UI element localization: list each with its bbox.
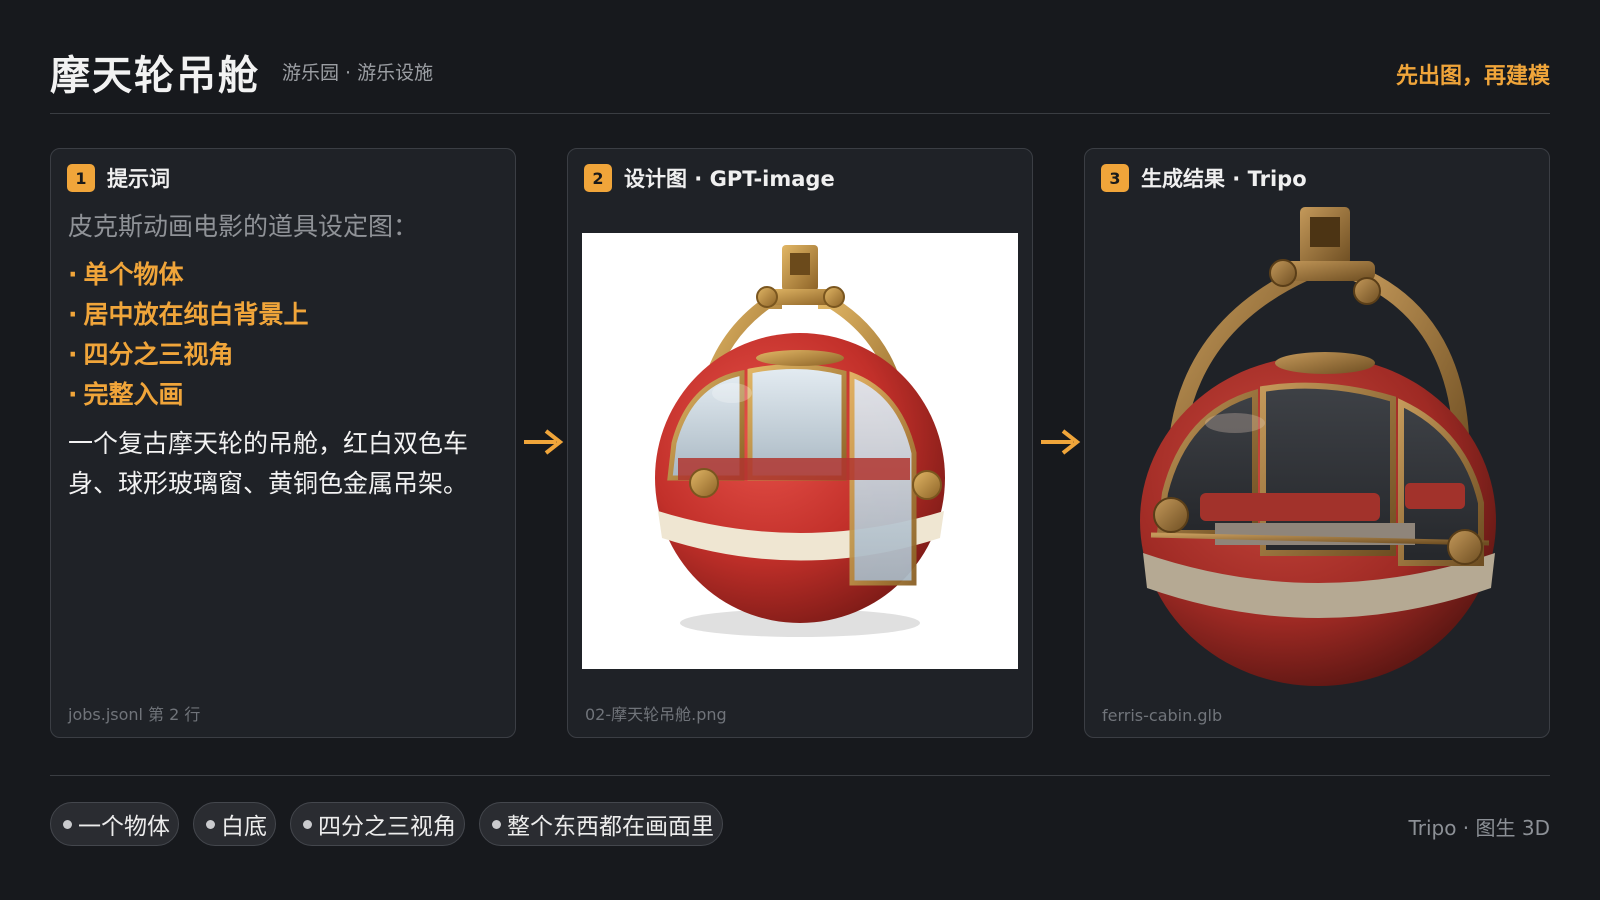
design-image[interactable]: [582, 233, 1018, 669]
tag-chip[interactable]: 一个物体: [50, 802, 179, 846]
tag-chip[interactable]: 四分之三视角: [290, 802, 465, 846]
page-subtitle: 游乐园 · 游乐设施: [282, 62, 434, 84]
bullet-icon: [492, 819, 501, 829]
tag-label: 整个东西都在画面里: [507, 814, 714, 840]
step-number-badge: 2: [584, 164, 612, 192]
page-header: 摩天轮吊舱 游乐园 · 游乐设施 先出图，再建模: [50, 52, 1550, 114]
tag-label: 白底: [221, 814, 267, 840]
result-card: 3 生成结果 · Tripo ferris-cabin.glb: [1084, 148, 1550, 738]
design-card: 2 设计图 · GPT-image 02-摩天轮吊舱.png: [567, 148, 1033, 738]
footer-divider: [50, 775, 1550, 776]
requirement-tags: 一个物体 白底 四分之三视角 整个东西都在画面里: [50, 802, 723, 846]
step-number-badge: 3: [1101, 164, 1129, 192]
prompt-bullet: · 四分之三视角: [68, 340, 234, 369]
ferris-cabin-illustration: [655, 245, 945, 637]
prompt-card: 1 提示词 皮克斯动画电影的道具设定图： · 单个物体 · 居中放在纯白背景上 · 四…: [50, 148, 516, 738]
step-number-badge: 1: [67, 164, 95, 192]
prompt-body-text: 一个复古摩天轮的吊舱，红白双色车身、球形玻璃窗、黄铜色金属吊架。: [68, 429, 469, 498]
design-card-header: 2 设计图 · GPT-image: [584, 163, 835, 193]
tag-chip[interactable]: 白底: [193, 802, 276, 846]
prompt-bullet-list: · 单个物体 · 居中放在纯白背景上 · 四分之三视角 · 完整入画: [68, 255, 309, 415]
tag-label: 一个物体: [78, 814, 170, 840]
tag-label: 四分之三视角: [318, 814, 456, 840]
bullet-icon: [206, 819, 215, 829]
prompt-bullet: · 单个物体: [68, 260, 184, 289]
footer-caption: Tripo · 图生 3D: [1408, 816, 1550, 840]
page-title: 摩天轮吊舱: [50, 53, 260, 99]
page-tagline: 先出图，再建模: [1395, 64, 1550, 89]
model-filename: ferris-cabin.glb: [1102, 706, 1223, 725]
arrow-right-icon: [1041, 429, 1081, 455]
prompt-bullet: · 完整入画: [68, 380, 184, 409]
result-card-header: 3 生成结果 · Tripo: [1101, 163, 1307, 193]
prompt-card-header: 1 提示词: [67, 163, 170, 193]
bullet-icon: [303, 819, 312, 829]
bullet-icon: [63, 819, 72, 829]
result-card-title: 生成结果 · Tripo: [1141, 167, 1307, 191]
ferris-cabin-3d-render: [1140, 207, 1496, 686]
prompt-source-file: jobs.jsonl 第 2 行: [68, 705, 201, 724]
design-card-title: 设计图 · GPT-image: [624, 167, 835, 191]
prompt-intro: 皮克斯动画电影的道具设定图：: [68, 212, 419, 241]
model-render-view[interactable]: [1105, 203, 1531, 691]
prompt-card-title: 提示词: [107, 167, 170, 191]
tag-chip[interactable]: 整个东西都在画面里: [479, 802, 723, 846]
design-image-filename: 02-摩天轮吊舱.png: [585, 705, 727, 724]
prompt-bullet: · 居中放在纯白背景上: [68, 300, 309, 329]
arrow-right-icon: [524, 429, 564, 455]
